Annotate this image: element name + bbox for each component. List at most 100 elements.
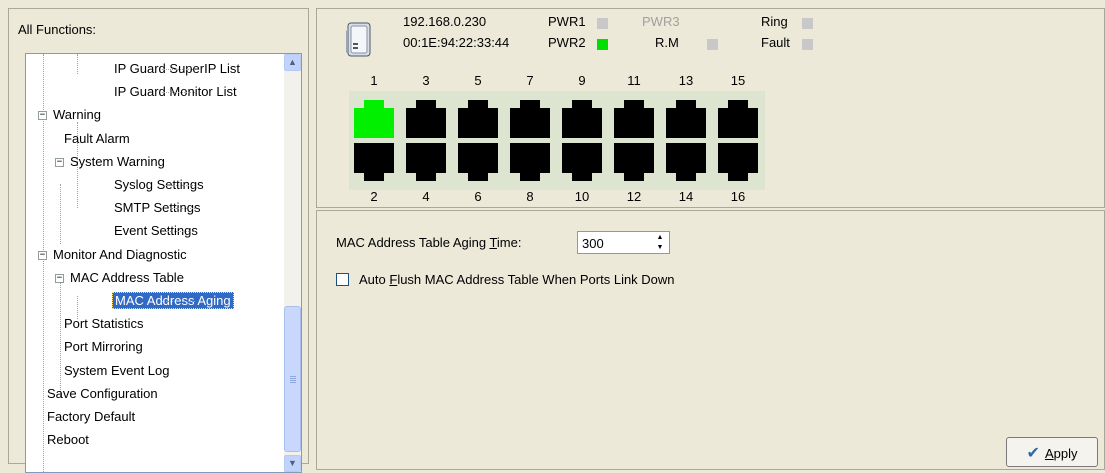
tree-item[interactable]: MAC Address Aging	[112, 290, 234, 312]
port-6[interactable]	[458, 143, 498, 181]
port-number-label: 4	[422, 189, 430, 204]
tree-line	[77, 54, 78, 74]
tree-line	[162, 69, 195, 70]
port-13[interactable]	[666, 100, 706, 138]
port-number-label: 7	[526, 73, 534, 88]
port-8[interactable]	[510, 143, 550, 181]
status-label-pwr1: PWR1	[548, 14, 586, 29]
grip-line	[290, 378, 296, 379]
tree-item[interactable]: SMTP Settings	[112, 197, 202, 219]
tree-item-label: Warning	[53, 107, 101, 123]
port-1[interactable]	[354, 100, 394, 138]
status-led-pwr1	[597, 18, 608, 29]
port-3[interactable]	[406, 100, 446, 138]
checkmark-icon: ✔	[1026, 442, 1040, 462]
functions-panel: All Functions: IP Guard SuperIP List IP G…	[8, 8, 309, 473]
tree-item[interactable]: Save Configuration	[45, 383, 160, 405]
tree-item-label: System Event Log	[64, 362, 170, 378]
tree-item[interactable]: Factory Default	[45, 406, 137, 428]
tree-item[interactable]: Port Mirroring	[62, 336, 145, 358]
tree-line	[162, 301, 195, 302]
tree-item[interactable]: Fault Alarm	[62, 128, 132, 150]
port-7[interactable]	[510, 100, 550, 138]
status-led-fault	[802, 39, 813, 50]
device-ip: 192.168.0.230	[403, 14, 487, 29]
tree-item[interactable]: Monitor And Diagnostic	[51, 244, 189, 266]
grip-line	[290, 380, 296, 381]
scroll-up-button[interactable]: ▲	[284, 54, 301, 71]
port-11[interactable]	[614, 100, 654, 138]
aging-time-spinner[interactable]: ▲ ▼	[577, 231, 670, 254]
spin-down-arrow-icon[interactable]: ▼	[652, 243, 668, 252]
tree-item[interactable]: Event Settings	[112, 220, 200, 242]
port-number-label: 15	[730, 73, 746, 88]
tree-item[interactable]: IP Guard Monitor List	[112, 81, 239, 103]
port-12[interactable]	[614, 143, 654, 181]
grip-line	[290, 376, 296, 377]
port-10[interactable]	[562, 143, 602, 181]
collapse-icon[interactable]: −	[38, 111, 47, 121]
aging-time-input[interactable]	[580, 233, 650, 253]
auto-flush-checkbox[interactable]	[336, 273, 349, 286]
tree-item-label: Port Statistics	[64, 316, 144, 332]
tree-item[interactable]: Syslog Settings	[112, 174, 206, 196]
spin-up-arrow-icon[interactable]: ▲	[652, 233, 668, 242]
tree-item-label: Port Mirroring	[64, 339, 143, 355]
tree-item[interactable]: Port Statistics	[62, 313, 145, 335]
tree-item-label: Factory Default	[47, 409, 136, 424]
collapse-icon[interactable]: −	[55, 157, 64, 167]
tree-item[interactable]: Reboot	[45, 429, 91, 451]
apply-button[interactable]: ✔ Apply	[1006, 437, 1098, 467]
status-label-fault: Fault	[761, 35, 790, 50]
status-label-pwr3: PWR3	[642, 14, 680, 29]
tree-item[interactable]: System Event Log	[62, 360, 172, 382]
tree-line	[162, 92, 195, 94]
device-mac: 00:1E:94:22:33:44	[403, 35, 510, 50]
port-number-label: 13	[678, 73, 694, 88]
tree-item[interactable]: System Warning	[68, 151, 167, 173]
port-16[interactable]	[718, 143, 758, 181]
port-15[interactable]	[718, 100, 758, 138]
switch-faceplate	[349, 91, 765, 190]
tree-item[interactable]: IP Guard SuperIP List	[112, 58, 242, 80]
status-label-pwr2: PWR2	[548, 35, 586, 50]
port-number-label: 14	[678, 189, 694, 204]
scroll-down-button[interactable]: ▼	[284, 455, 301, 472]
port-2[interactable]	[354, 143, 394, 181]
status-led-pwr2	[597, 39, 608, 50]
auto-flush-label[interactable]: Auto Flush MAC Address Table When Ports …	[359, 272, 675, 287]
port-number-label: 3	[422, 73, 430, 88]
port-4[interactable]	[406, 143, 446, 181]
function-tree[interactable]: IP Guard SuperIP List IP Guard Monitor Li…	[25, 53, 302, 473]
status-led-rm	[707, 39, 718, 50]
port-number-label: 8	[526, 189, 534, 204]
port-number-label: 6	[474, 189, 482, 204]
status-led-ring	[802, 18, 813, 29]
tree-item-label: MAC Address Table	[70, 269, 184, 285]
status-label-rm: R.M	[655, 35, 679, 50]
functions-title: All Functions:	[18, 22, 97, 37]
port-number-label: 10	[574, 189, 590, 204]
port-number-label: 5	[474, 73, 482, 88]
tree-item[interactable]: Warning	[51, 104, 103, 126]
port-9[interactable]	[562, 100, 602, 138]
port-5[interactable]	[458, 100, 498, 138]
tree-item[interactable]: MAC Address Table	[68, 267, 186, 289]
port-number-label: 1	[370, 73, 378, 88]
status-label-ring: Ring	[761, 14, 788, 29]
tree-item-label: Reboot	[47, 432, 89, 448]
tree-line	[162, 185, 195, 186]
port-14[interactable]	[666, 143, 706, 181]
tree-item-label: Fault Alarm	[64, 130, 130, 146]
tree-item-label: Monitor And Diagnostic	[53, 246, 187, 262]
device-icon	[346, 22, 371, 57]
grip-line	[290, 382, 296, 383]
scroll-thumb[interactable]	[284, 306, 301, 452]
collapse-icon[interactable]: −	[38, 250, 47, 260]
tree-scrollbar[interactable]: ▲ ▼	[284, 54, 301, 472]
aging-time-label: MAC Address Table Aging Time:	[336, 235, 522, 250]
tree-line	[162, 231, 195, 233]
tree-item-label: System Warning	[70, 153, 165, 169]
scroll-down-icon: ▼	[288, 458, 297, 468]
collapse-icon[interactable]: −	[55, 273, 64, 283]
